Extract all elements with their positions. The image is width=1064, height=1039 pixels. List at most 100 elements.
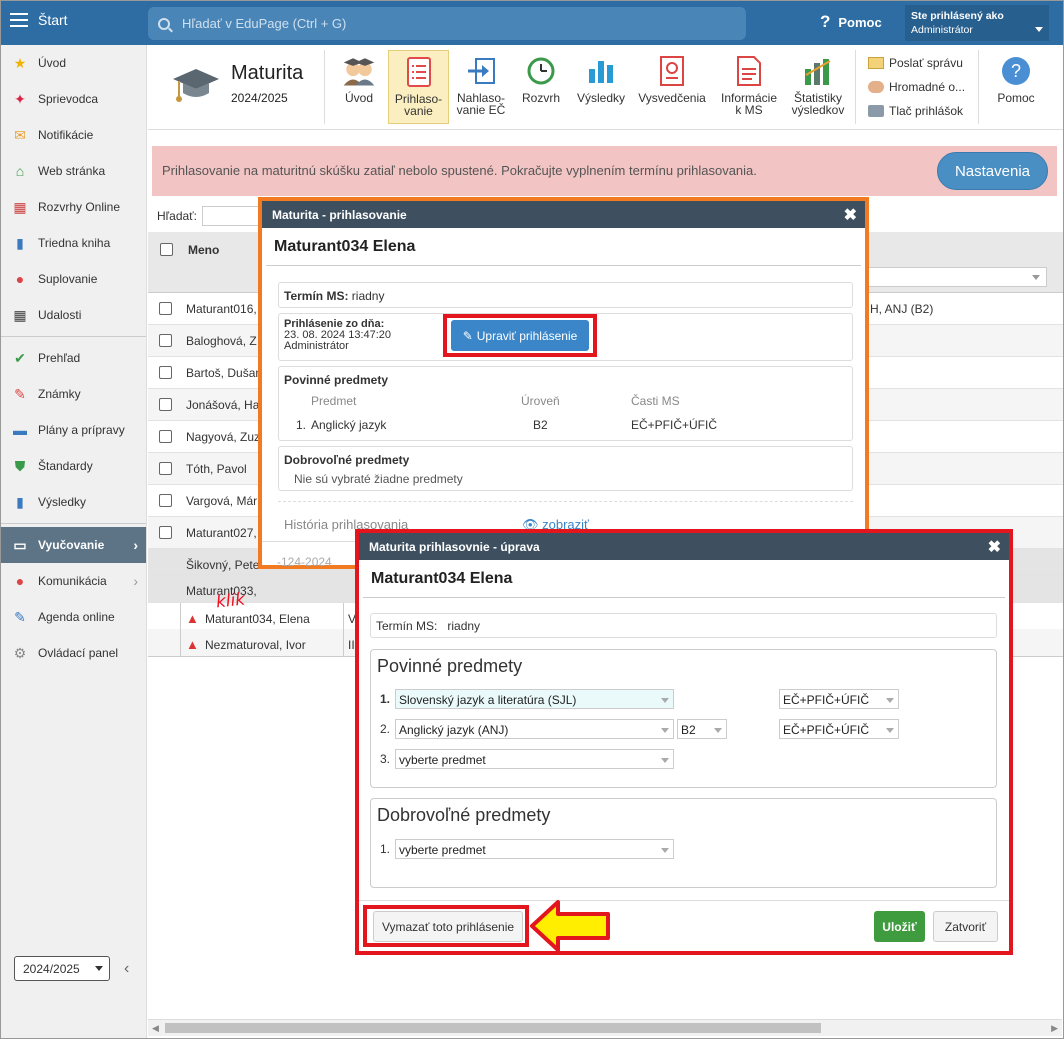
subject-select-3[interactable]: vyberte predmet <box>395 749 674 769</box>
student-name-cell[interactable]: Maturant034, Elena <box>205 612 310 626</box>
user-menu[interactable]: Ste prihlásený ako Administrátor <box>905 5 1049 41</box>
sidebar-item-11[interactable]: ▬ Plány a prípravy <box>1 412 146 448</box>
bulk-action-button[interactable]: Hromadné o... <box>868 75 965 99</box>
sidebar-item-17[interactable]: ⚙ Ovládací panel <box>1 635 146 671</box>
scrollbar-thumb[interactable] <box>165 1023 821 1033</box>
sidebar-item-15[interactable]: ● Komunikácia › <box>1 563 146 599</box>
parts-select-1[interactable]: EČ+PFIČ+ÚFIČ <box>779 689 899 709</box>
student-name-cell[interactable]: Nagyová, Zuz <box>186 430 260 444</box>
save-button[interactable]: Uložiť <box>874 911 925 942</box>
subject-select-2[interactable]: Anglický jazyk (ANJ) <box>395 719 674 739</box>
sidebar-item-9[interactable]: ✔ Prehľad <box>1 340 146 376</box>
row-checkbox[interactable] <box>159 302 172 315</box>
send-message-button[interactable]: Poslať správu <box>868 51 965 75</box>
student-name-cell[interactable]: Nezmaturoval, Ivor <box>205 638 306 652</box>
filter-input[interactable] <box>202 206 262 226</box>
school-year-select[interactable]: 2024/2025 <box>14 956 110 981</box>
toolbar-prihlasovanie-button[interactable]: Prihlaso- vanie <box>388 50 449 124</box>
help-label: Pomoc <box>838 15 882 30</box>
envelope-icon: ✉ <box>14 126 26 143</box>
student-name-cell[interactable]: Baloghová, Z <box>186 334 257 348</box>
question-icon: ? <box>820 12 831 31</box>
sidebar-item-6[interactable]: ▮ Triedna kniha <box>1 225 146 261</box>
toolbar-label: výsledkov <box>791 103 845 117</box>
row-checkbox[interactable] <box>159 334 172 347</box>
sidebar-item-3[interactable]: ✉ Notifikácie <box>1 117 146 153</box>
sidebar-item-2[interactable]: ✦ Sprievodca <box>1 81 146 117</box>
house-icon: ⌂ <box>15 163 25 179</box>
student-name-cell[interactable]: Jonášová, Ha <box>186 398 259 412</box>
scroll-left-icon[interactable]: ◀ <box>152 1023 159 1034</box>
stats-chart-icon <box>801 54 835 88</box>
toolbar-rozvrh-button[interactable]: Rozvrh <box>516 50 566 124</box>
sidebar-item-4[interactable]: ⌂ Web stránka <box>1 153 146 189</box>
printer-icon <box>868 105 884 117</box>
parts-select-2[interactable]: EČ+PFIČ+ÚFIČ <box>779 719 899 739</box>
school-year-value: 2024/2025 <box>23 962 80 976</box>
hamburger-icon <box>10 13 30 27</box>
voluntary-subject-select-1[interactable]: vyberte predmet <box>395 839 674 859</box>
start-menu-button[interactable]: Štart <box>10 12 68 28</box>
student-name-cell[interactable]: Vargová, Már <box>186 494 257 508</box>
toolbar-uvod-button[interactable]: Úvod <box>332 50 386 124</box>
toolbar-nahlasovanie-ec-button[interactable]: Nahlaso- vanie EČ <box>452 50 510 124</box>
toolbar-vysvedcenia-button[interactable]: Vysvedčenia <box>636 50 708 124</box>
search-input[interactable]: Hľadať v EduPage (Ctrl + G) <box>148 7 746 40</box>
sidebar-item-7[interactable]: ● Suplovanie <box>1 261 146 297</box>
print-applications-button[interactable]: Tlač prihlášok <box>868 99 965 123</box>
row-checkbox[interactable] <box>159 430 172 443</box>
grade-icon: ✎ <box>14 385 26 402</box>
dialog-title: Maturita - prihlasovanie <box>272 208 407 222</box>
voluntary-subjects-box: Dobrovoľné predmety Nie sú vybraté žiadn… <box>278 446 853 491</box>
horizontal-scrollbar[interactable]: ◀ ▶ <box>148 1019 1062 1036</box>
column-filter-select[interactable] <box>863 267 1047 287</box>
student-name-cell[interactable]: Bartoš, Dušan <box>186 366 262 380</box>
level-select-2[interactable]: B2 <box>677 719 727 739</box>
close-button[interactable]: Zatvoriť <box>933 911 998 942</box>
toolbar-vysledky-button[interactable]: Výsledky <box>572 50 630 124</box>
mandatory-subjects-box: Povinné predmety Predmet Úroveň Časti MS… <box>278 366 853 441</box>
sidebar-item-label: Prehľad <box>38 351 81 365</box>
edit-registration-button[interactable]: ✎ Upraviť prihlásenie <box>451 320 589 351</box>
close-icon[interactable]: ✖ <box>844 205 857 225</box>
document-icon <box>732 54 766 88</box>
toolbar-informacie-button[interactable]: Informácie k MS <box>716 50 782 124</box>
term-box: Termín MS: riadny <box>370 613 997 638</box>
student-name-cell[interactable]: Šikovný, Pete <box>186 558 259 572</box>
column-header-name[interactable]: Meno <box>188 243 219 257</box>
sidebar-item-12[interactable]: ⛊ Štandardy <box>1 448 146 484</box>
row-checkbox[interactable] <box>159 462 172 475</box>
chat-icon: ● <box>15 573 25 589</box>
sidebar-item-16[interactable]: ✎ Agenda online <box>1 599 146 635</box>
scroll-right-icon[interactable]: ▶ <box>1051 1023 1058 1034</box>
sidebar-item-14[interactable]: ▭ Vyučovanie › <box>1 527 146 563</box>
toolbar-help-button[interactable]: ? Pomoc <box>990 50 1042 124</box>
student-name: Maturant034 Elena <box>266 228 861 266</box>
row-checkbox[interactable] <box>159 494 172 507</box>
subject-select-1[interactable]: Slovenský jazyk a literatúra (SJL) <box>395 689 674 709</box>
row-checkbox[interactable] <box>159 366 172 379</box>
sidebar-item-13[interactable]: ▮ Výsledky <box>1 484 146 520</box>
close-icon[interactable]: ✖ <box>988 537 1001 557</box>
sidebar-item-label: Známky <box>38 387 81 401</box>
student-name-cell[interactable]: Tóth, Pavol <box>186 462 247 476</box>
column-parts: Časti MS <box>631 394 680 408</box>
sidebar-item-1[interactable]: ★ Úvod <box>1 45 146 81</box>
certificate-icon <box>655 54 689 88</box>
toolbar-statistiky-button[interactable]: Štatistiky výsledkov <box>788 50 848 124</box>
sidebar-item-8[interactable]: ▦ Udalosti <box>1 297 146 333</box>
module-year: 2024/2025 <box>231 91 288 105</box>
sidebar-item-10[interactable]: ✎ Známky <box>1 376 146 412</box>
calendar-icon: ▦ <box>13 306 27 323</box>
help-button[interactable]: ? Pomoc <box>820 12 882 32</box>
toolbar-label: Vysvedčenia <box>638 91 706 105</box>
select-all-checkbox[interactable] <box>160 243 173 256</box>
sidebar-item-5[interactable]: ▦ Rozvrhy Online <box>1 189 146 225</box>
row-checkbox[interactable] <box>159 398 172 411</box>
collapse-sidebar-icon[interactable]: ‹ <box>124 960 129 978</box>
student-name-cell[interactable]: Maturant016, <box>186 302 257 316</box>
student-name-cell[interactable]: Maturant027, <box>186 526 257 540</box>
chevron-down-icon <box>886 728 894 733</box>
row-checkbox[interactable] <box>159 526 172 539</box>
settings-button[interactable]: Nastavenia <box>937 152 1048 190</box>
